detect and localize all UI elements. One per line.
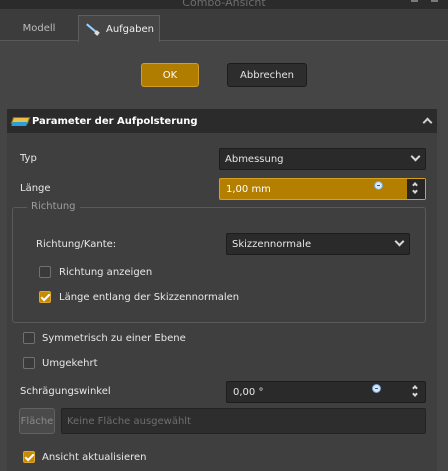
- panel-title: Parameter der Aufpolsterung: [32, 115, 198, 127]
- direction-edge-label: Richtung/Kante:: [36, 239, 117, 250]
- expression-icon[interactable]: [374, 181, 383, 190]
- chevron-down-icon: [391, 234, 409, 254]
- type-select-value: Abmessung: [225, 153, 284, 165]
- taper-angle-label: Schrägungswinkel: [20, 386, 111, 397]
- direction-edge-select[interactable]: Skizzennormale: [226, 233, 410, 255]
- taper-angle-stepper[interactable]: [407, 382, 425, 402]
- chevron-down-icon: [407, 149, 425, 169]
- restore-icon[interactable]: [431, 0, 438, 2]
- tab-bar: Modell Aufgaben: [0, 9, 448, 42]
- length-stepper[interactable]: [407, 179, 425, 199]
- taper-angle-value: 0,00 °: [233, 386, 264, 398]
- show-direction-checkbox[interactable]: [39, 266, 51, 278]
- cancel-button[interactable]: Abbrechen: [227, 63, 307, 87]
- window-title: Combo-Ansicht: [182, 0, 266, 9]
- symmetric-checkbox[interactable]: [23, 332, 35, 344]
- stepper-up-icon[interactable]: [412, 385, 418, 391]
- tab-modell[interactable]: Modell: [0, 15, 78, 42]
- direction-group: Richtung: [12, 201, 426, 323]
- expression-icon[interactable]: [372, 384, 381, 393]
- tab-aufgaben-label: Aufgaben: [105, 23, 154, 35]
- reversed-checkbox[interactable]: [23, 357, 35, 369]
- ok-button[interactable]: OK: [141, 63, 199, 87]
- panel-header[interactable]: Parameter der Aufpolsterung: [7, 109, 437, 133]
- face-field[interactable]: Keine Fläche ausgewählt: [61, 408, 426, 434]
- direction-edge-value: Skizzennormale: [232, 238, 312, 250]
- symmetric-label: Symmetrisch zu einer Ebene: [42, 333, 186, 344]
- type-select[interactable]: Abmessung: [219, 148, 426, 170]
- collapse-icon[interactable]: [423, 116, 431, 124]
- reversed-label: Umgekehrt: [42, 358, 98, 369]
- pencil-icon: [84, 22, 100, 36]
- taper-angle-input[interactable]: 0,00 °: [226, 381, 426, 403]
- length-input[interactable]: 1,00 mm: [219, 178, 426, 200]
- show-direction-label: Richtung anzeigen: [59, 267, 153, 278]
- stepper-up-icon[interactable]: [412, 182, 418, 188]
- along-normal-label: Länge entlang der Skizzennormalen: [59, 292, 240, 303]
- face-button[interactable]: Fläche: [19, 408, 55, 434]
- minimize-icon[interactable]: [411, 0, 418, 2]
- tab-aufgaben[interactable]: Aufgaben: [78, 15, 160, 42]
- update-view-label: Ansicht aktualisieren: [42, 452, 147, 463]
- pad-icon: [12, 115, 28, 127]
- length-value: 1,00 mm: [226, 183, 271, 195]
- along-normal-checkbox[interactable]: [39, 291, 51, 303]
- tab-modell-label: Modell: [22, 23, 56, 34]
- length-label: Länge: [20, 183, 51, 194]
- type-label: Typ: [20, 153, 37, 164]
- window-titlebar: Combo-Ansicht: [0, 0, 448, 9]
- stepper-down-icon[interactable]: [412, 391, 418, 397]
- direction-group-title: Richtung: [27, 201, 80, 212]
- stepper-down-icon[interactable]: [412, 188, 418, 194]
- update-view-checkbox[interactable]: [23, 451, 35, 463]
